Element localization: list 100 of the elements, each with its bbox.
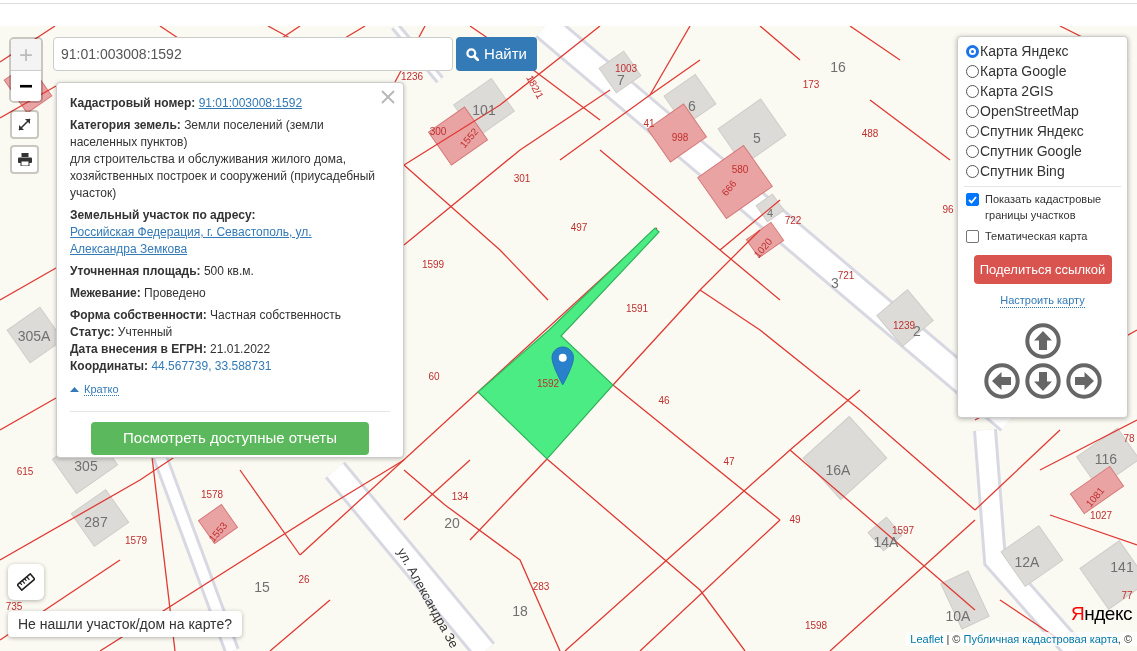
property-text: Координаты: 44.567739, 33.588731 [70, 358, 273, 375]
radio-button[interactable] [966, 44, 979, 58]
house-number: 141 [1110, 559, 1134, 575]
pan-right-button[interactable] [1065, 363, 1102, 399]
parcel-number: 1592 [536, 377, 560, 389]
radio-button[interactable] [966, 104, 979, 118]
parcel-number: 1591 [625, 302, 649, 314]
collapse-link[interactable]: Кратко [70, 383, 119, 396]
property-text: Межевание: Проведено [70, 285, 207, 302]
parcel-number: 1578 [200, 488, 224, 500]
parcel-number: 488 [861, 127, 879, 139]
close-icon [381, 90, 395, 104]
property-text: Земельный участок по адресу: Российская Федерация, г. Севастополь, ул. Александра Земкова [70, 207, 380, 258]
parcel-number: 1003 [614, 62, 638, 74]
property-text: Уточненная площадь: 500 кв.м. [70, 263, 255, 280]
house-number: 101 [472, 102, 496, 118]
arrow-up-icon [1024, 323, 1061, 359]
property-text: Кадастровый номер: 91:01:003008:1592 [70, 95, 304, 112]
house-number: 305A [17, 328, 51, 344]
parcel-number: 96 [942, 203, 954, 215]
map-layer-option[interactable]: Карта Google [966, 61, 1119, 81]
fullscreen-button[interactable] [10, 110, 39, 139]
parcel-number: 1236 [400, 70, 424, 82]
house-number: 305 [74, 458, 98, 474]
house-number: 15 [254, 579, 270, 595]
map-layer-option[interactable]: Спутник Google [966, 141, 1119, 161]
attribution-link[interactable]: Публичная кадастровая карта [963, 633, 1118, 645]
checkbox[interactable] [966, 230, 979, 243]
property-link[interactable]: Российская Федерация, г. Севастополь, ул. Александра Земкова [70, 224, 380, 258]
help-tooltip[interactable]: Не нашли участок/дом на карте? [8, 611, 242, 637]
parcel-number: 283 [532, 580, 550, 592]
search-button[interactable]: Найти [456, 37, 537, 71]
pan-up-button[interactable] [1024, 323, 1061, 359]
arrow-left-icon [983, 363, 1020, 399]
house-number: 116 [1094, 451, 1118, 467]
checkbox[interactable] [966, 193, 979, 206]
measure-button[interactable] [8, 564, 44, 600]
map-layer-option[interactable]: OpenStreetMap [966, 101, 1119, 121]
house-number: 20 [444, 515, 460, 531]
search-field[interactable]: 91:01:003008:1592 [53, 37, 453, 71]
parcel-number: 721 [837, 269, 855, 281]
property-link[interactable]: 91:01:003008:1592 [198, 95, 303, 112]
parcel-number: 722 [784, 214, 802, 226]
parcel-number: 173 [802, 78, 820, 90]
radio-button[interactable] [966, 84, 979, 98]
ruler-icon [17, 573, 35, 591]
building [755, 193, 785, 223]
printer-icon [17, 153, 32, 166]
parcel-number: 1239 [892, 319, 916, 331]
map-layer-option[interactable]: Спутник Яндекс [966, 121, 1119, 141]
map-layer-option[interactable]: Карта 2GIS [966, 81, 1119, 101]
house-number: 10A [945, 608, 971, 624]
configure-map-link[interactable]: Настроить карту [1000, 294, 1085, 308]
parcel-number: 666 [719, 178, 739, 198]
parcel-number: 60 [428, 370, 440, 382]
parcel-number: 47 [723, 455, 735, 467]
radio-button[interactable] [966, 144, 979, 158]
checkbox-option[interactable]: Тематическая карта [966, 228, 1119, 244]
parcel-number: 41 [643, 117, 655, 129]
zoom-out-button[interactable]: − [11, 70, 41, 101]
parcel-number: 1579 [124, 534, 148, 546]
parcel-number: 1597 [891, 524, 915, 536]
house-number: 287 [84, 514, 108, 530]
property-text: Дата внесения в ЕГРН: 21.01.2022 [70, 341, 272, 358]
radio-button[interactable] [966, 164, 979, 178]
map-attribution: Leaflet | © Публичная кадастровая карта, © [905, 632, 1137, 646]
parcel-number: 46 [658, 394, 670, 406]
parcel-number: 301 [513, 172, 531, 184]
parcel-number: 615 [16, 465, 34, 477]
house-number: 14A [873, 534, 899, 550]
parcel-number: 1027 [1089, 509, 1113, 521]
coordinates-link[interactable]: 44.567739, 33.588731 [151, 359, 272, 373]
parcel-number: 300 [429, 125, 447, 137]
print-button[interactable] [10, 145, 39, 174]
parcel-number: 78 [1123, 432, 1135, 444]
parcel-number: 49 [789, 513, 801, 525]
arrow-right-icon [1065, 363, 1102, 399]
map-layer-option[interactable]: Спутник Bing [966, 161, 1119, 181]
parcel-number: 134 [451, 490, 469, 502]
share-link-button[interactable]: Поделиться ссылкой [973, 255, 1112, 284]
pan-down-button[interactable] [1024, 363, 1061, 399]
radio-button[interactable] [966, 124, 979, 138]
house-number: 16A [825, 462, 851, 478]
map-provider-logo: Яндекс [1071, 603, 1132, 625]
pan-left-button[interactable] [983, 363, 1020, 399]
parcel-number: 26 [298, 573, 310, 585]
house-number: 6 [688, 98, 696, 114]
house-number: 18 [512, 603, 528, 619]
house-number: 5 [753, 130, 761, 146]
parcel-number: 182/1 [524, 73, 546, 101]
radio-button[interactable] [966, 64, 979, 78]
house-number: 16 [830, 59, 846, 75]
parcel-number: 1598 [804, 619, 828, 631]
caret-up-icon [70, 387, 79, 392]
parcel-number: 77 [1121, 589, 1133, 601]
map-layer-option[interactable]: Карта Яндекс [966, 41, 1119, 61]
checkbox-option[interactable]: Показать кадастровые границы участков [966, 191, 1119, 223]
house-number: 4 [766, 207, 774, 219]
attribution-link[interactable]: Leaflet [910, 633, 944, 645]
property-text: Категория земель: Земли поселений (земли населенных пунктов) для строительства и обслуживания жилого дома, хозяйственных построек и сооружений (приусадебный участок) [70, 117, 377, 202]
